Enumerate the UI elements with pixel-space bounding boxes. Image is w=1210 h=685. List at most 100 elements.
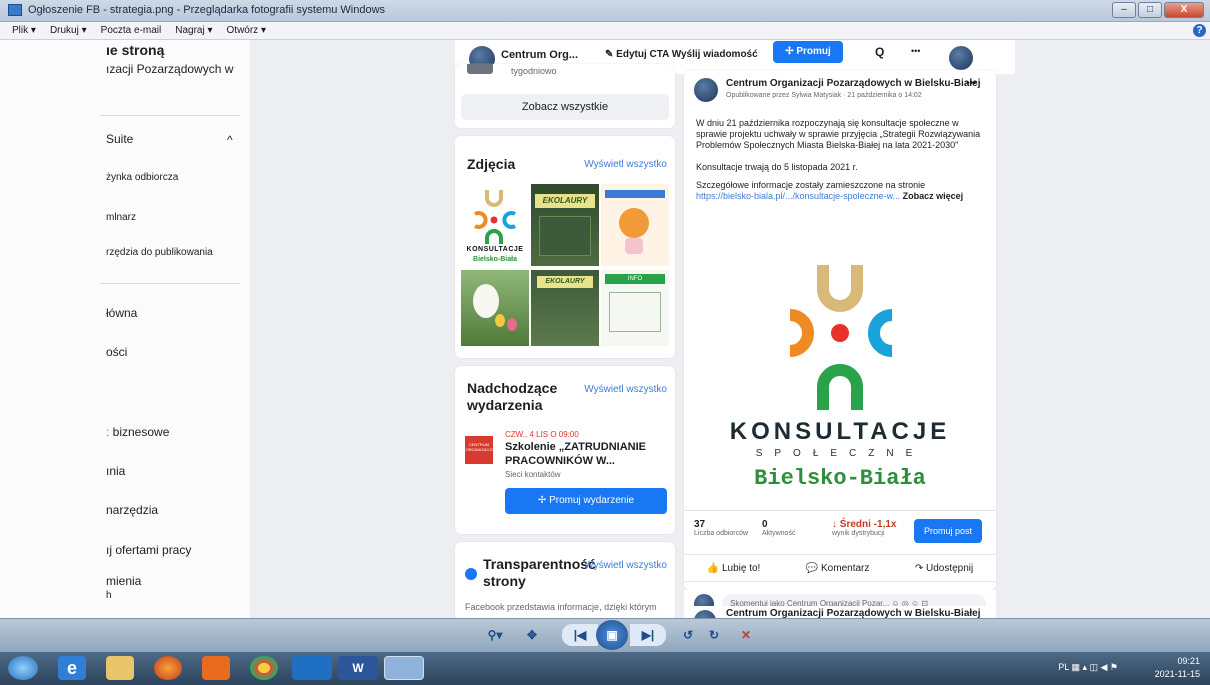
thumb-text-ekolaury: EKOLAURY [535,194,595,208]
clock-date: 2021-11-15 [1154,669,1200,679]
left-panel-item[interactable]: narzędzia [106,503,158,517]
window-titlebar: Ogłoszenie FB - strategia.png - Przegląd… [0,0,1210,22]
windows-taskbar: e W PL ▦ ▴ ◫ ◀ ⚑ 09:21 2021-11-15 [0,652,1210,685]
search-icon[interactable]: Q [875,45,884,59]
photo-thumb[interactable] [601,184,669,266]
graphic-city: Bielsko-Biała [754,466,926,491]
more-icon[interactable]: ••• [911,46,920,56]
thumb-egg [507,318,517,331]
actual-size-icon[interactable]: ✥ [520,624,544,646]
thumbnail-icon [467,64,493,74]
previous-icon[interactable]: |◀ [562,624,598,646]
thumb-header [605,190,665,198]
transparency-card: Transparentność strony Wyświetl wszystko… [455,542,675,618]
left-panel-item[interactable]: Suite [106,132,133,146]
event-date: CZW., 4 LIS O 09:00 [505,430,579,439]
next-icon[interactable]: ▶| [630,624,666,646]
photos-title: Zdjęcia [467,156,516,172]
stat-distribution: ↓ Średni -1,1x wynik dystrybucji [832,519,897,537]
thumb-mascot [619,208,649,238]
left-panel-item[interactable]: rzędzia do publikowania [106,247,213,258]
post-link[interactable]: https://bielsko-biala.pl/.../konsultacje… [696,191,903,201]
transparency-see-all-link[interactable]: Wyświetl wszystko [584,560,667,571]
event-title[interactable]: Szkolenie „ZATRUDNIANIE PRACOWNIKÓW W... [505,440,665,468]
left-panel-item[interactable]: ınia [106,464,125,478]
rotate-right-icon[interactable]: ↻ [704,624,724,646]
post-author-avatar[interactable] [694,78,718,102]
graphic-title: KONSULTACJE [729,418,951,445]
left-panel-item[interactable]: ości [106,345,127,359]
chrome-icon[interactable] [250,656,278,680]
photos-see-all-link[interactable]: Wyświetl wszystko [584,159,667,170]
graphic-subtitle: SPOŁECZNE [755,448,925,459]
help-icon[interactable]: ? [1193,24,1206,37]
maximize-button[interactable]: □ [1138,2,1162,18]
internet-explorer-icon[interactable]: e [58,656,86,680]
consultation-logo-thumb [473,190,517,244]
account-avatar[interactable] [949,46,973,70]
left-panel-item[interactable]: łówna [106,306,137,320]
word-icon[interactable]: W [338,656,378,680]
menu-print[interactable]: Drukuj ▾ [50,25,87,36]
left-panel-item[interactable]: h [106,590,112,601]
post-author[interactable]: Centrum Organizacji Pozarządowych w Biel… [726,78,981,89]
outlook-icon[interactable] [292,656,332,680]
thumb-egg [495,314,505,327]
promote-event-button[interactable]: ✢ Promuj wydarzenie [505,488,667,514]
file-explorer-icon[interactable] [106,656,134,680]
photo-viewer-taskbar-icon[interactable] [384,656,424,680]
menu-email[interactable]: Poczta e-mail [101,25,162,36]
photo-thumb[interactable]: KONSULTACJE Bielsko-Biała [461,184,529,266]
close-button[interactable]: X [1164,2,1204,18]
firefox-icon[interactable] [154,656,182,680]
zoom-icon[interactable]: ⚲▾ [478,624,512,646]
post-more-icon[interactable]: ••• [966,78,977,89]
events-card: Nadchodzące wydarzenia Wyświetl wszystko… [455,366,675,534]
fb-middle-column: tygodniowo Zobacz wszystkie Zdjęcia Wyśw… [455,40,675,618]
post-body-2: Konsultacje trwają do 5 listopada 2021 r… [696,162,858,172]
left-panel-item[interactable]: ıe stroną [106,42,164,58]
left-panel-item[interactable]: mlnarz [106,212,136,223]
chevron-up-icon[interactable]: ^ [227,133,233,147]
share-button[interactable]: ↷ Udostępnij [915,563,973,574]
menu-open[interactable]: Otwórz ▾ [227,25,266,36]
stat-engagement: 0 Aktywność [762,519,796,537]
post-link-line: https://bielsko-biala.pl/.../konsultacje… [696,191,963,201]
media-player-icon[interactable] [202,656,230,680]
left-panel-item[interactable]: ızacji Pozarządowych w [106,62,233,76]
photo-thumb[interactable]: EKOLAURY [531,270,599,346]
like-button[interactable]: 👍 Lubię to! [707,563,761,574]
see-more-link[interactable]: Zobacz więcej [903,191,964,201]
photo-thumb[interactable]: EKOLAURY [531,184,599,266]
events-title: Nadchodzące wydarzenia [467,380,558,413]
rotate-left-icon[interactable]: ↺ [678,624,698,646]
next-post-author[interactable]: Centrum Organizacji Pozarządowych w Biel… [726,608,981,618]
see-all-button[interactable]: Zobacz wszystkie [461,94,669,120]
promote-post-button[interactable]: Promuj post [914,519,982,543]
post-actions: 👍 Lubię to! 💬 Komentarz ↷ Udostępnij [684,554,996,582]
thumb-document [609,292,661,332]
left-panel-item[interactable]: mienia [106,574,141,588]
promote-button[interactable]: ✢ Promuj [773,41,843,63]
start-button-icon[interactable] [8,656,38,680]
menu-file[interactable]: Plik ▾ [12,25,36,36]
left-panel-item[interactable]: ː biznesowe [106,425,169,439]
menu-burn[interactable]: Nagraj ▾ [175,25,212,36]
transparency-title: Transparentność strony [483,556,596,589]
event-thumbnail[interactable]: CENTRUM ORGANIZACJI [465,436,493,464]
post-stats: 37 Liczba odbiorców 0 Aktywność ↓ Średni… [684,510,996,546]
thumb-text-ekolaury-2: EKOLAURY [537,276,593,288]
photo-thumb[interactable] [461,270,529,346]
photo-thumb[interactable]: INFO [601,270,669,346]
minimize-button[interactable]: – [1112,2,1136,18]
slideshow-icon[interactable]: ▣ [596,620,628,650]
clock[interactable]: 09:21 2021-11-15 [1155,655,1200,681]
next-post: Centrum Organizacji Pozarządowych w Biel… [684,606,996,618]
next-post-avatar[interactable] [694,610,716,618]
system-tray[interactable]: PL ▦ ▴ ◫ ◀ ⚑ [1058,662,1118,673]
delete-icon[interactable]: ✕ [736,624,756,646]
left-panel-item[interactable]: żynka odbiorcza [106,172,178,183]
events-see-all-link[interactable]: Wyświetl wszystko [584,384,667,395]
comment-button[interactable]: 💬 Komentarz [806,563,870,574]
left-panel-item[interactable]: ıj ofertami pracy [106,543,191,557]
